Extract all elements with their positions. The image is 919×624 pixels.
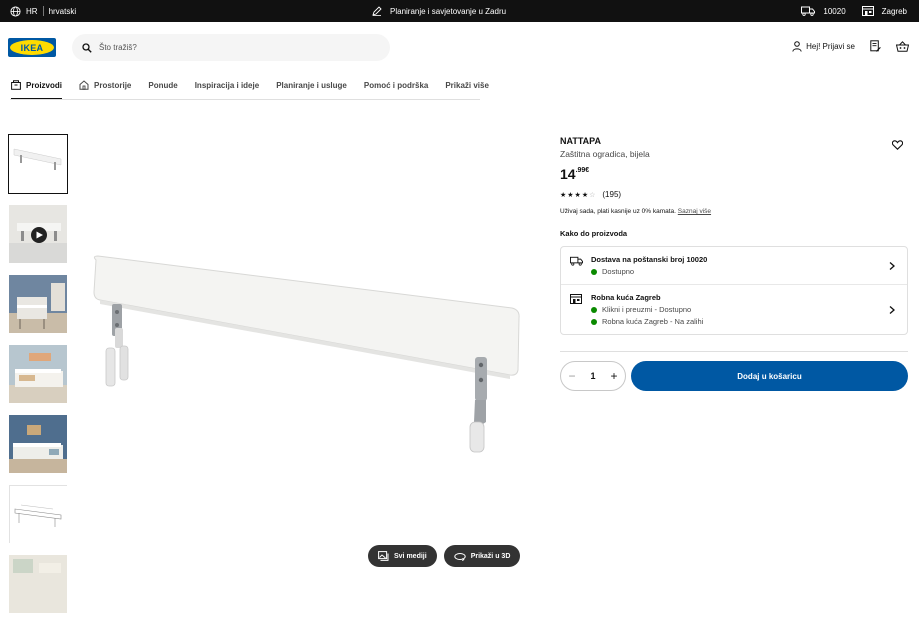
quantity-value: 1 bbox=[590, 371, 596, 381]
store-icon bbox=[570, 294, 582, 304]
planning-link[interactable]: Planiranje i savjetovanje u Zadru bbox=[372, 6, 506, 16]
nav-divider bbox=[10, 99, 480, 100]
nav-label: Prikaži više bbox=[445, 80, 489, 90]
status-dot bbox=[591, 268, 597, 275]
how-to-get-heading: Kako do proizvoda bbox=[560, 229, 628, 238]
price-whole: 14 bbox=[560, 166, 576, 182]
thumbnail-room-1[interactable] bbox=[8, 274, 68, 334]
purchase-row: − 1 + Dodaj u košaricu bbox=[560, 361, 908, 391]
availability-box: Dostava na poštanski broj 10020 Dostupno… bbox=[560, 246, 908, 335]
view-3d-label: Prikaži u 3D bbox=[470, 552, 511, 560]
product-description: Zaštitna ogradica, bijela bbox=[560, 149, 650, 159]
search-placeholder: Što tražiš? bbox=[99, 43, 137, 52]
shopping-list-icon[interactable] bbox=[870, 40, 881, 52]
search-input[interactable]: Što tražiš? bbox=[72, 34, 390, 61]
header: IKEA Što tražiš? Hej! Prijavi se bbox=[0, 22, 919, 70]
store-status-2: Robna kuća Zagreb - Na zalihi bbox=[602, 317, 704, 326]
status-dot bbox=[591, 318, 597, 325]
divider bbox=[42, 6, 44, 16]
thumbnail-room-3[interactable] bbox=[8, 414, 68, 474]
reviews-count: (195) bbox=[602, 190, 622, 199]
status-dot bbox=[591, 306, 597, 313]
truck-icon bbox=[801, 6, 816, 16]
thumbnail-drawing[interactable] bbox=[8, 484, 68, 544]
nav-item-rooms[interactable]: Prostorije bbox=[79, 70, 131, 100]
language-code: HR bbox=[26, 6, 38, 16]
language-selector[interactable]: HR hrvatski bbox=[10, 5, 77, 17]
rating-row[interactable]: ★★★★☆ (195) bbox=[560, 190, 908, 199]
store-title: Robna kuća Zagreb bbox=[591, 293, 661, 302]
delivery-title: Dostava na poštanski broj 10020 bbox=[591, 255, 708, 264]
nav-label: Prostorije bbox=[94, 80, 132, 90]
nav-label: Planiranje i usluge bbox=[276, 80, 347, 90]
all-media-button[interactable]: Svi mediji bbox=[368, 545, 437, 567]
nav-item-inspiration[interactable]: Inspiracija i ideje bbox=[195, 70, 259, 100]
box-icon bbox=[11, 80, 21, 90]
product-main-image[interactable] bbox=[82, 160, 542, 540]
star-rating-icon: ★★★★☆ bbox=[560, 191, 597, 199]
nav-label: Proizvodi bbox=[26, 80, 63, 90]
top-bar: HR hrvatski Planiranje i savjetovanje u … bbox=[0, 0, 919, 22]
delivery-status: Dostupno bbox=[602, 267, 635, 276]
nav-item-more[interactable]: Prikaži više bbox=[445, 70, 489, 100]
decrease-button[interactable]: − bbox=[568, 369, 575, 383]
nav-label: Inspiracija i ideje bbox=[194, 80, 260, 90]
user-icon bbox=[792, 40, 802, 52]
globe-icon bbox=[10, 5, 21, 17]
nav-label: Ponude bbox=[148, 80, 178, 90]
house-icon bbox=[79, 80, 89, 90]
thumbnail-room-2[interactable] bbox=[8, 344, 68, 404]
logo-oval: IKEA bbox=[10, 40, 54, 55]
main-navigation: Proizvodi Prostorije Ponude Inspiracija … bbox=[0, 70, 919, 100]
thumbnail-strip bbox=[8, 134, 68, 624]
divider bbox=[560, 351, 908, 352]
nav-item-products[interactable]: Proizvodi bbox=[11, 70, 63, 100]
thumbnail-video[interactable] bbox=[8, 204, 68, 264]
credit-text: Uživaj sada, plati kasnije uz 0% kamata. bbox=[560, 208, 676, 215]
nav-item-planning[interactable]: Planiranje i usluge bbox=[276, 70, 347, 100]
store-status-1: Klikni i preuzmi - Dostupno bbox=[602, 305, 692, 314]
add-to-cart-button[interactable]: Dodaj u košaricu bbox=[631, 361, 908, 391]
heart-icon[interactable] bbox=[892, 140, 903, 150]
search-icon bbox=[82, 42, 92, 53]
store-button[interactable]: Zagreb bbox=[882, 7, 907, 16]
rotate-3d-icon bbox=[453, 552, 466, 561]
quantity-stepper[interactable]: − 1 + bbox=[560, 361, 626, 391]
product-price: 14 .99€ bbox=[560, 166, 908, 182]
thumbnail-product[interactable] bbox=[8, 134, 68, 194]
thumbnail-room-4[interactable] bbox=[8, 554, 68, 614]
postcode-button[interactable]: 10020 bbox=[823, 7, 845, 16]
store-icon bbox=[861, 6, 874, 16]
login-button[interactable]: Hej! Prijavi se bbox=[792, 40, 855, 52]
cart-icon[interactable] bbox=[896, 40, 909, 52]
increase-button[interactable]: + bbox=[610, 369, 617, 383]
ikea-logo[interactable]: IKEA bbox=[8, 38, 56, 57]
truck-icon bbox=[570, 256, 583, 266]
price-decimal: .99€ bbox=[575, 167, 590, 174]
chevron-right-icon bbox=[889, 305, 895, 314]
planning-text: Planiranje i savjetovanje u Zadru bbox=[390, 6, 507, 16]
view-3d-button[interactable]: Prikaži u 3D bbox=[443, 545, 521, 567]
product-info-panel: NATTAPA Zaštitna ogradica, bijela 14 .99… bbox=[560, 134, 908, 391]
nav-label: Pomoć i podrška bbox=[363, 80, 429, 90]
pencil-icon bbox=[372, 6, 382, 16]
gallery-icon bbox=[378, 551, 389, 561]
chevron-right-icon bbox=[889, 261, 895, 270]
credit-link[interactable]: Saznaj više bbox=[678, 208, 711, 215]
logo-text: IKEA bbox=[20, 42, 44, 53]
product-name: NATTAPA bbox=[560, 136, 601, 146]
login-label: Hej! Prijavi se bbox=[806, 41, 855, 51]
nav-item-offers[interactable]: Ponude bbox=[148, 70, 177, 100]
credit-info: Uživaj sada, plati kasnije uz 0% kamata.… bbox=[560, 208, 908, 215]
delivery-option[interactable]: Dostava na poštanski broj 10020 Dostupno bbox=[561, 247, 907, 284]
language-name: hrvatski bbox=[48, 6, 77, 16]
all-media-label: Svi mediji bbox=[394, 552, 427, 560]
store-option[interactable]: Robna kuća Zagreb Klikni i preuzmi - Dos… bbox=[561, 284, 907, 334]
nav-item-help[interactable]: Pomoć i podrška bbox=[364, 70, 428, 100]
